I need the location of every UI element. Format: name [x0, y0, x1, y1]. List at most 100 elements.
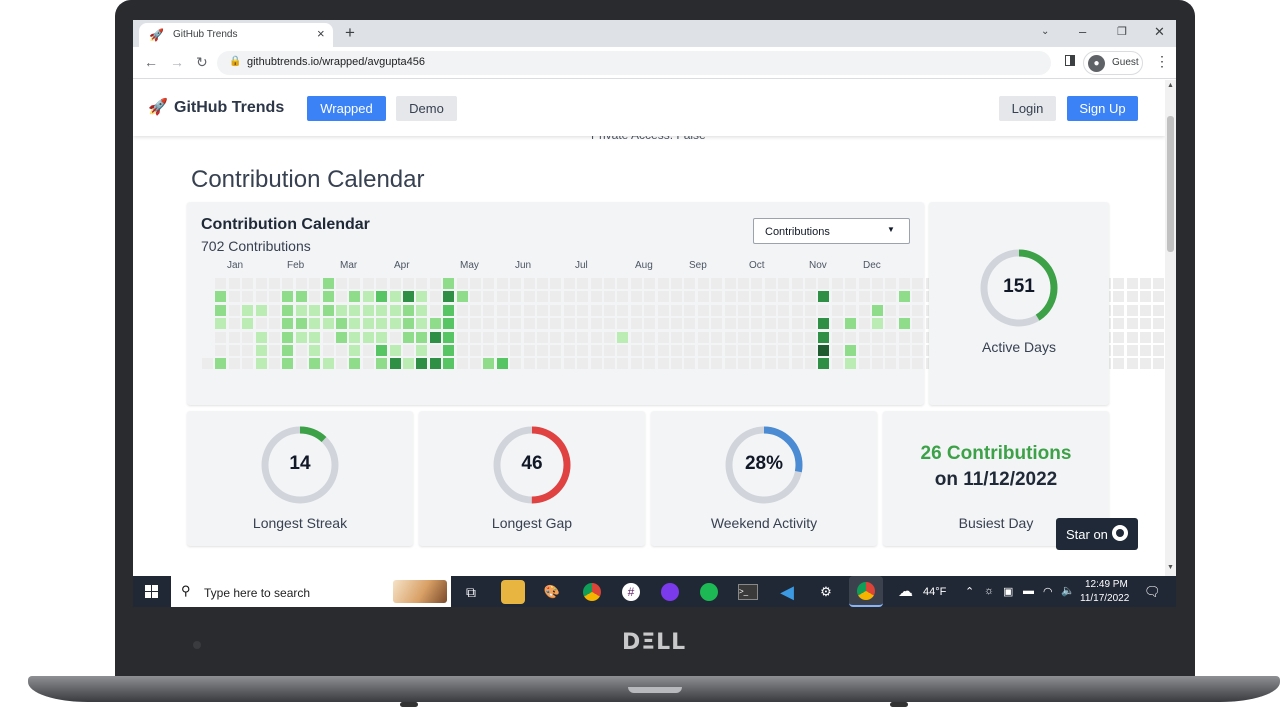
contribution-cell[interactable]	[242, 291, 254, 303]
contribution-cell[interactable]	[336, 318, 347, 330]
contribution-cell[interactable]	[764, 358, 776, 370]
contribution-cell[interactable]	[778, 318, 790, 330]
contribution-cell[interactable]	[858, 291, 870, 303]
contribution-cell[interactable]	[242, 278, 254, 289]
contribution-cell[interactable]	[362, 358, 374, 370]
contribution-cell[interactable]	[617, 318, 629, 330]
contribution-cell[interactable]	[376, 331, 388, 343]
contribution-cell[interactable]	[671, 331, 682, 343]
contribution-cell[interactable]	[697, 304, 709, 316]
contribution-cell[interactable]	[496, 331, 508, 343]
contribution-cell[interactable]	[309, 331, 321, 343]
contribution-cell[interactable]	[282, 291, 294, 303]
contribution-cell[interactable]	[429, 318, 441, 330]
contribution-cell[interactable]	[1140, 345, 1151, 356]
contribution-cell[interactable]	[1126, 331, 1138, 343]
contribution-cell[interactable]	[818, 318, 830, 330]
paint-icon[interactable]: 🎨	[540, 580, 564, 604]
contribution-cell[interactable]	[228, 291, 240, 303]
contribution-cell[interactable]	[912, 331, 924, 343]
contribution-cell[interactable]	[791, 345, 803, 356]
contribution-cell[interactable]	[885, 304, 897, 316]
contribution-cell[interactable]	[778, 291, 790, 303]
contribution-cell[interactable]	[309, 345, 321, 356]
contribution-cell[interactable]	[496, 345, 508, 356]
contribution-cell[interactable]	[510, 345, 522, 356]
contribution-cell[interactable]	[550, 331, 562, 343]
contribution-cell[interactable]	[537, 358, 548, 370]
contribution-cell[interactable]	[362, 291, 374, 303]
contribution-cell[interactable]	[671, 345, 682, 356]
contribution-cell[interactable]	[1126, 318, 1138, 330]
contribution-cell[interactable]	[1126, 304, 1138, 316]
settings-icon[interactable]: ⚙	[814, 580, 838, 604]
contribution-cell[interactable]	[818, 358, 830, 370]
contribution-cell[interactable]	[711, 291, 723, 303]
contribution-cell[interactable]	[711, 304, 723, 316]
contribution-cell[interactable]	[617, 345, 629, 356]
contribution-cell[interactable]	[269, 318, 280, 330]
contribution-cell[interactable]	[362, 331, 374, 343]
contribution-cell[interactable]	[228, 278, 240, 289]
contribution-cell[interactable]	[443, 291, 455, 303]
contribution-cell[interactable]	[630, 331, 642, 343]
contribution-cell[interactable]	[805, 278, 816, 289]
contribution-cell[interactable]	[845, 304, 857, 316]
contribution-cell[interactable]	[898, 291, 910, 303]
contribution-cell[interactable]	[617, 278, 629, 289]
contribution-cell[interactable]	[845, 345, 857, 356]
contribution-cell[interactable]	[738, 318, 749, 330]
contribution-cell[interactable]	[295, 358, 307, 370]
terminal-icon[interactable]: >_	[736, 580, 760, 604]
contribution-cell[interactable]	[590, 358, 602, 370]
contribution-cell[interactable]	[483, 358, 495, 370]
contribution-cell[interactable]	[872, 358, 883, 370]
contribution-cell[interactable]	[282, 318, 294, 330]
contribution-cell[interactable]	[845, 331, 857, 343]
contribution-cell[interactable]	[523, 291, 535, 303]
contribution-cell[interactable]	[416, 318, 428, 330]
contribution-cell[interactable]	[389, 318, 401, 330]
contribution-cell[interactable]	[751, 278, 763, 289]
contribution-cell[interactable]	[630, 318, 642, 330]
contribution-cell[interactable]	[590, 304, 602, 316]
contribution-cell[interactable]	[657, 358, 669, 370]
contribution-cell[interactable]	[456, 331, 468, 343]
contribution-cell[interactable]	[1140, 304, 1151, 316]
contribution-cell[interactable]	[831, 304, 843, 316]
contribution-cell[interactable]	[764, 331, 776, 343]
contribution-cell[interactable]	[295, 304, 307, 316]
contribution-cell[interactable]	[912, 304, 924, 316]
contribution-cell[interactable]	[215, 291, 227, 303]
contribution-cell[interactable]	[872, 318, 883, 330]
contribution-cell[interactable]	[738, 291, 749, 303]
contribution-cell[interactable]	[255, 318, 267, 330]
contribution-cell[interactable]	[684, 358, 696, 370]
weather-cloud-icon[interactable]: ☁	[898, 582, 913, 600]
contribution-cell[interactable]	[684, 318, 696, 330]
contribution-cell[interactable]	[309, 291, 321, 303]
contribution-cell[interactable]	[778, 304, 790, 316]
contribution-cell[interactable]	[269, 331, 280, 343]
contribution-cell[interactable]	[242, 331, 254, 343]
contribution-cell[interactable]	[711, 331, 723, 343]
contribution-cell[interactable]	[697, 345, 709, 356]
contribution-cell[interactable]	[805, 304, 816, 316]
contribution-cell[interactable]	[858, 278, 870, 289]
contribution-cell[interactable]	[912, 358, 924, 370]
contribution-cell[interactable]	[898, 318, 910, 330]
contribution-cell[interactable]	[295, 291, 307, 303]
contribution-cell[interactable]	[550, 304, 562, 316]
contribution-cell[interactable]	[295, 331, 307, 343]
contribution-cell[interactable]	[282, 278, 294, 289]
contribution-cell[interactable]	[912, 318, 924, 330]
contribution-cell[interactable]	[778, 331, 790, 343]
contribution-cell[interactable]	[671, 291, 682, 303]
contribution-cell[interactable]	[443, 304, 455, 316]
contribution-cell[interactable]	[805, 318, 816, 330]
contribution-cell[interactable]	[590, 318, 602, 330]
contribution-cell[interactable]	[831, 318, 843, 330]
contribution-cell[interactable]	[590, 278, 602, 289]
contribution-cell[interactable]	[751, 291, 763, 303]
contribution-cell[interactable]	[322, 358, 334, 370]
